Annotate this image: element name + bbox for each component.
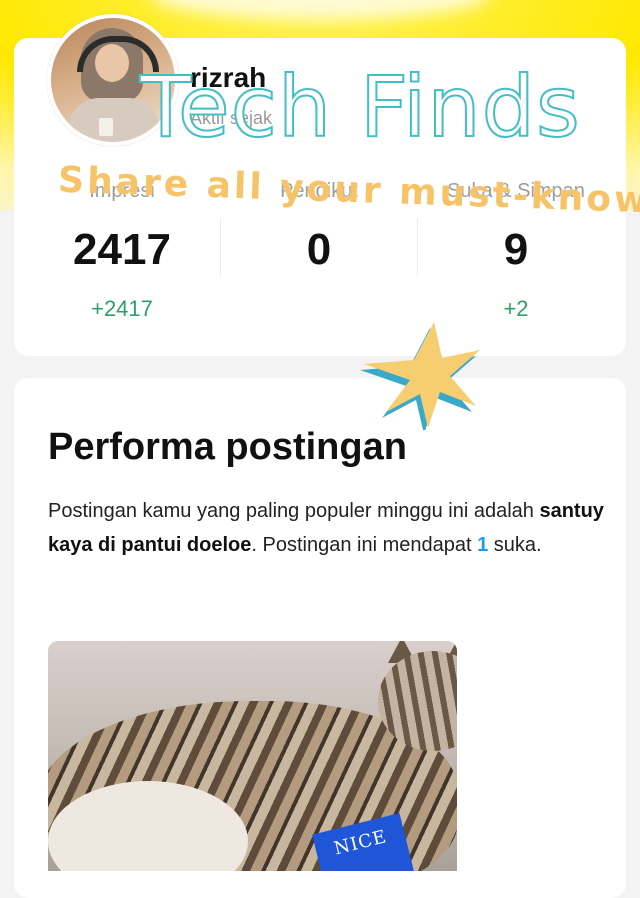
stat-delta: +2	[503, 296, 529, 321]
stat-value: 0	[306, 225, 332, 274]
performance-title: Performa postingan	[48, 426, 407, 468]
stat-value: 9	[503, 225, 529, 274]
post-image[interactable]: NICE	[48, 641, 457, 871]
desc-prefix: Postingan kamu yang paling populer mingg…	[48, 500, 540, 522]
likes-count: 1	[477, 534, 489, 556]
desc-suffix: suka.	[488, 534, 542, 556]
overlay-title: Tech Finds	[139, 58, 581, 156]
stat-delta: +2417	[91, 296, 153, 321]
star-sparkle-icon	[360, 322, 480, 430]
cup-icon	[99, 118, 113, 136]
desc-middle: . Postingan ini mendapat	[251, 534, 478, 556]
stat-delta	[219, 296, 419, 322]
performance-description: Postingan kamu yang paling populer mingg…	[48, 494, 608, 562]
stat-value: 2417	[73, 225, 171, 274]
